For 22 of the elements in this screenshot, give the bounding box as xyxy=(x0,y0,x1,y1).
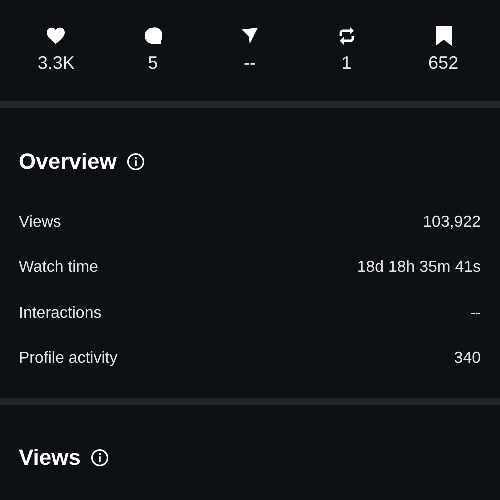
paper-plane-icon xyxy=(240,27,259,45)
section-title: Overview xyxy=(19,148,117,176)
stat-count: -- xyxy=(244,52,256,75)
repeat-icon xyxy=(338,27,355,45)
metric-label: Views xyxy=(19,212,62,233)
metric-label: Interactions xyxy=(19,304,102,324)
metric-value: -- xyxy=(470,304,481,324)
info-icon[interactable] xyxy=(90,448,109,466)
heart-icon xyxy=(46,27,66,45)
stat-count: 5 xyxy=(148,52,158,75)
speech-bubble-icon xyxy=(144,27,162,45)
stat-count: 652 xyxy=(428,52,459,75)
metric-value: 18d 18h 35m 41s xyxy=(357,258,481,278)
metric-value: 103,922 xyxy=(423,212,481,233)
metric-label: Watch time xyxy=(19,258,98,278)
metric-value: 340 xyxy=(454,349,481,370)
bookmark-icon xyxy=(436,26,452,46)
metric-label: Profile activity xyxy=(19,349,118,370)
info-icon[interactable] xyxy=(126,152,145,170)
stat-count: 1 xyxy=(342,52,352,75)
stat-count: 3.3K xyxy=(38,52,75,75)
section-title: Views xyxy=(19,444,81,472)
